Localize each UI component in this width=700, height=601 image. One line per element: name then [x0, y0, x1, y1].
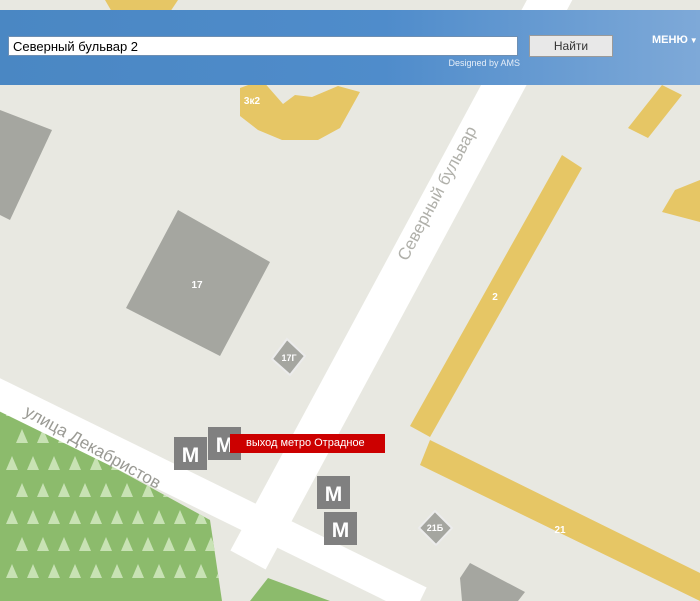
metro-marker[interactable]: M: [324, 512, 357, 545]
search-input[interactable]: [8, 36, 518, 56]
label-3k2: 3к2: [244, 96, 261, 107]
search-button[interactable]: Найти: [529, 35, 613, 57]
metro-icon: M: [332, 519, 350, 542]
metro-marker[interactable]: M: [174, 437, 207, 470]
metro-marker[interactable]: M: [317, 476, 350, 509]
label-21b: 21Б: [427, 523, 444, 533]
chevron-down-icon: ▼: [689, 36, 698, 45]
label-17: 17: [191, 280, 203, 291]
metro-icon: M: [182, 444, 200, 467]
metro-exit-label[interactable]: выход метро Отрадное: [230, 434, 385, 453]
label-17g: 17Г: [281, 353, 296, 363]
label-2: 2: [492, 292, 498, 303]
label-21: 21: [554, 525, 566, 536]
metro-icon: M: [325, 483, 343, 506]
menu-label: МЕНЮ: [652, 34, 688, 46]
credit-text: Designed by AMS: [448, 58, 520, 68]
menu-button[interactable]: МЕНЮ ▼: [652, 34, 698, 46]
map-canvas[interactable]: 3к2 17 17Г 2 21Б 21 Северный бульвар ули…: [0, 0, 700, 601]
